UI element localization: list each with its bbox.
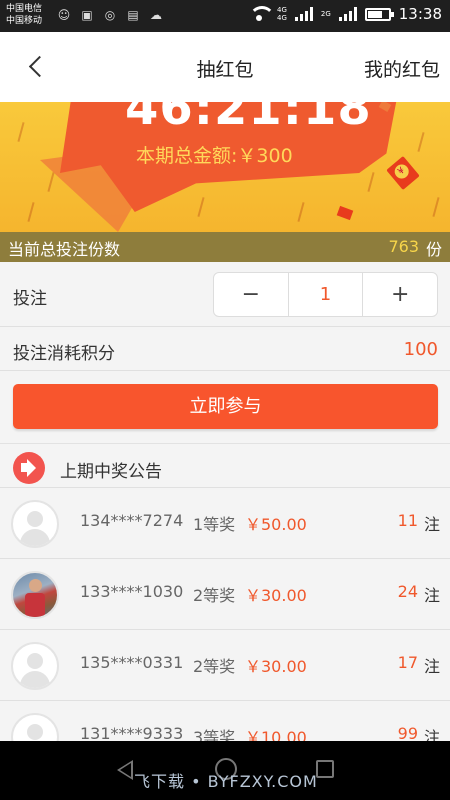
network-type-1: 4G 4G (277, 6, 287, 22)
points-cost-label: 投注消耗积分 (13, 344, 115, 364)
megaphone-icon (13, 452, 45, 484)
bet-quantity-stepper: − 1 + (213, 272, 438, 317)
clock: 13:38 (398, 5, 442, 23)
list-item: 133****1030 2等奖 ￥30.00 24 注 (0, 559, 450, 630)
cloud-icon: ☁ (150, 8, 162, 22)
total-bets-count: 763 (388, 237, 419, 256)
avatar (11, 571, 59, 619)
winner-phone: 134****7274 (80, 511, 184, 530)
keyboard-icon: ▤ (127, 8, 139, 22)
decrease-button[interactable]: − (214, 273, 288, 316)
carrier-labels: 中国电信 中国移动 (6, 3, 42, 27)
system-back-icon[interactable] (117, 760, 133, 780)
winner-prize: 2等奖 (193, 657, 236, 676)
wechat-icon: ◎ (104, 8, 116, 22)
red-envelope-small-icon (336, 205, 354, 221)
system-recents-icon[interactable] (316, 760, 334, 778)
winner-amount: ￥30.00 (245, 657, 307, 676)
winner-prize: 1等奖 (193, 515, 236, 534)
winner-unit: 注 (423, 586, 440, 605)
winners-header: 上期中奖公告 (0, 446, 450, 488)
wifi-icon (248, 6, 275, 22)
system-navigation-bar: 飞下载 • BYFZXY.COM (0, 741, 450, 800)
points-cost-value: 100 (403, 339, 438, 360)
winner-amount: ￥30.00 (245, 586, 307, 605)
winner-phone: 135****0331 (80, 653, 184, 672)
increase-button[interactable]: + (363, 273, 437, 316)
list-item: 135****0331 2等奖 ￥30.00 17 注 (0, 630, 450, 701)
winner-count: 11 (397, 511, 418, 530)
winner-count: 24 (397, 582, 418, 601)
status-bar: 中国电信 中国移动 ☺ ▣ ◎ ▤ ☁ 4G 4G 2G 13:38 (0, 0, 450, 32)
winner-amount: ￥50.00 (245, 515, 307, 534)
network-type-2: 2G (320, 10, 331, 18)
carrier-1: 中国电信 (6, 4, 43, 14)
divider (0, 443, 450, 444)
winner-phone: 133****1030 (80, 582, 184, 601)
status-right: 4G 4G 2G 13:38 (248, 5, 442, 23)
network-label-2: 4G (276, 14, 287, 22)
network-label-1: 4G (276, 6, 287, 14)
my-red-envelopes-link[interactable]: 我的红包 (364, 55, 440, 82)
red-envelope-icon (386, 155, 420, 191)
avatar (11, 642, 59, 690)
winner-prize: 2等奖 (193, 586, 236, 605)
points-cost-row: 投注消耗积分 100 (0, 327, 450, 371)
winner-unit: 注 (423, 515, 440, 534)
carrier-2: 中国移动 (6, 16, 43, 26)
signal-icon-2 (338, 7, 357, 21)
winner-count: 17 (397, 653, 418, 672)
watermark: 飞下载 • BYFZXY.COM (134, 772, 318, 791)
bet-quantity-value[interactable]: 1 (287, 273, 364, 316)
total-bets-bar: 当前总投注份数 763 份 (0, 232, 450, 262)
countdown-timer: 46:21:18 (125, 102, 372, 136)
total-bets-unit: 份 (425, 240, 442, 259)
red-envelope-banner: 46:21:18 本期总金额:￥300 (0, 102, 450, 232)
join-now-button[interactable]: 立即参与 (13, 384, 438, 429)
notification-icon: ☺ (57, 8, 71, 22)
title-bar: 抽红包 我的红包 (0, 32, 450, 102)
winners-title: 上期中奖公告 (60, 462, 162, 482)
bet-row: 投注 − 1 + (0, 262, 450, 327)
winner-unit: 注 (423, 657, 440, 676)
sd-card-icon: ▣ (81, 8, 93, 22)
bet-label: 投注 (13, 289, 47, 309)
avatar (11, 500, 59, 548)
total-amount: 本期总金额:￥300 (136, 145, 293, 167)
battery-icon (364, 7, 394, 21)
total-bets-label: 当前总投注份数 (8, 240, 121, 259)
signal-icon (294, 7, 313, 21)
notification-icons: ☺ ▣ ◎ ▤ ☁ (56, 8, 164, 22)
list-item: 134****7274 1等奖 ￥50.00 11 注 (0, 488, 450, 559)
